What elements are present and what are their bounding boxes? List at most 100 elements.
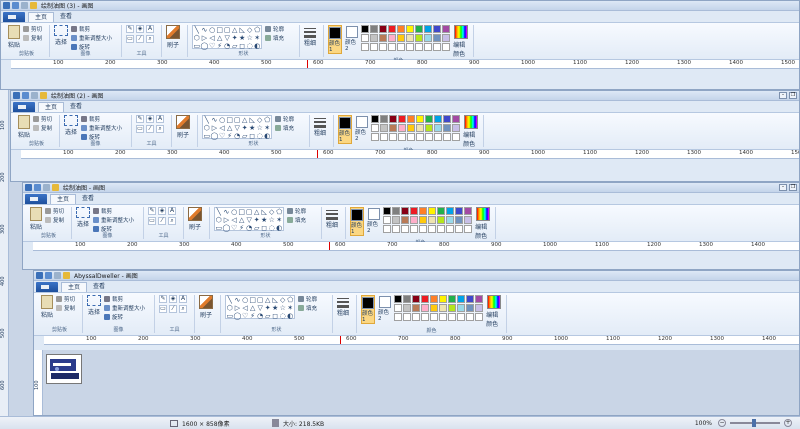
- minimize-icon[interactable]: –: [779, 92, 787, 99]
- palette-swatch[interactable]: [380, 115, 389, 123]
- palette-swatch[interactable]: [475, 304, 484, 312]
- color1-button[interactable]: 颜色 1: [338, 115, 352, 144]
- color-picker-icon[interactable]: ⁄: [158, 217, 166, 225]
- eraser-icon[interactable]: ▭: [159, 305, 167, 313]
- crop-button[interactable]: 裁剪: [71, 25, 112, 33]
- palette-swatch[interactable]: [428, 225, 437, 233]
- palette-swatch[interactable]: [371, 115, 380, 123]
- palette-swatch[interactable]: [388, 25, 397, 33]
- size-button[interactable]: 粗细: [326, 207, 338, 229]
- palette-swatch[interactable]: [416, 133, 425, 141]
- palette-swatch[interactable]: [380, 124, 389, 132]
- palette-swatch[interactable]: [398, 115, 407, 123]
- tab-home[interactable]: 主页: [61, 282, 88, 292]
- palette-swatch[interactable]: [439, 295, 448, 303]
- palette-swatch[interactable]: [392, 207, 401, 215]
- tab-home[interactable]: 主页: [50, 194, 77, 204]
- color-picker-icon[interactable]: ⁄: [136, 35, 144, 43]
- palette-swatch[interactable]: [464, 225, 473, 233]
- paste-button[interactable]: 粘贴: [41, 295, 53, 319]
- rotate-button[interactable]: 旋转: [93, 225, 134, 233]
- eraser-icon[interactable]: ▭: [136, 125, 144, 133]
- rotate-button[interactable]: 旋转: [81, 133, 122, 141]
- palette-swatch[interactable]: [442, 25, 451, 33]
- palette-swatch[interactable]: [433, 43, 442, 51]
- palette-swatch[interactable]: [443, 133, 452, 141]
- palette-swatch[interactable]: [464, 207, 473, 215]
- rotate-button[interactable]: 旋转: [104, 313, 145, 321]
- edit-colors-button[interactable]: 编辑颜色: [475, 207, 491, 240]
- palette-swatch[interactable]: [370, 34, 379, 42]
- palette-swatch[interactable]: [452, 115, 461, 123]
- cut-button[interactable]: 剪切: [23, 25, 42, 33]
- outline-button[interactable]: 轮廓: [298, 295, 317, 303]
- cut-button[interactable]: 剪切: [33, 115, 52, 123]
- palette-swatch[interactable]: [419, 207, 428, 215]
- palette-swatch[interactable]: [394, 304, 403, 312]
- palette-swatch[interactable]: [416, 124, 425, 132]
- save-icon[interactable]: [34, 184, 41, 191]
- palette-swatch[interactable]: [397, 43, 406, 51]
- brushes-button[interactable]: 刷子: [166, 25, 180, 49]
- undo-icon[interactable]: [54, 272, 61, 279]
- shapes-gallery[interactable]: ╲ ∿ ○ □ ▢ △ ◺ ◇ ⬠ ⬡ ▷ ◁ △ ▽ ✦ ★ ☆ ✶ ▭ ◯ ♡ ⚡ ◔ ▱ ◻ ◌ ◐: [202, 115, 272, 140]
- magnifier-icon[interactable]: ⌕: [156, 125, 164, 133]
- palette-swatch[interactable]: [389, 133, 398, 141]
- palette-swatch[interactable]: [388, 43, 397, 51]
- palette-swatch[interactable]: [370, 43, 379, 51]
- palette-swatch[interactable]: [437, 207, 446, 215]
- file-menu-button[interactable]: [13, 102, 35, 112]
- palette-swatch[interactable]: [428, 207, 437, 215]
- palette-swatch[interactable]: [425, 133, 434, 141]
- palette-swatch[interactable]: [383, 216, 392, 224]
- palette-swatch[interactable]: [410, 225, 419, 233]
- crop-button[interactable]: 裁剪: [81, 115, 122, 123]
- outline-button[interactable]: 轮廓: [265, 25, 284, 33]
- save-icon[interactable]: [22, 92, 29, 99]
- palette-swatch[interactable]: [407, 133, 416, 141]
- pencil-icon[interactable]: ✎: [159, 295, 167, 303]
- rotate-button[interactable]: 旋转: [71, 43, 112, 51]
- palette-swatch[interactable]: [415, 34, 424, 42]
- palette-swatch[interactable]: [397, 34, 406, 42]
- select-button[interactable]: 选择: [64, 115, 78, 136]
- zoom-out-button[interactable]: −: [718, 419, 726, 427]
- palette-swatch[interactable]: [448, 304, 457, 312]
- palette-swatch[interactable]: [457, 304, 466, 312]
- palette-swatch[interactable]: [430, 304, 439, 312]
- palette-swatch[interactable]: [439, 304, 448, 312]
- file-menu-button[interactable]: [3, 12, 25, 22]
- palette-swatch[interactable]: [403, 313, 412, 321]
- palette-swatch[interactable]: [425, 115, 434, 123]
- tab-view[interactable]: 查看: [64, 102, 88, 112]
- palette-swatch[interactable]: [442, 43, 451, 51]
- tab-view[interactable]: 查看: [76, 194, 100, 204]
- palette-swatch[interactable]: [383, 207, 392, 215]
- palette-swatch[interactable]: [371, 124, 380, 132]
- palette-swatch[interactable]: [419, 216, 428, 224]
- pencil-icon[interactable]: ✎: [126, 25, 134, 33]
- palette-swatch[interactable]: [398, 133, 407, 141]
- palette-swatch[interactable]: [415, 43, 424, 51]
- redo-icon[interactable]: [63, 272, 70, 279]
- palette-swatch[interactable]: [380, 133, 389, 141]
- palette-swatch[interactable]: [379, 25, 388, 33]
- crop-button[interactable]: 裁剪: [104, 295, 145, 303]
- palette-swatch[interactable]: [439, 313, 448, 321]
- outline-button[interactable]: 轮廓: [287, 207, 306, 215]
- palette-swatch[interactable]: [466, 304, 475, 312]
- color1-button[interactable]: 颜色 1: [361, 295, 375, 324]
- palette-swatch[interactable]: [412, 304, 421, 312]
- palette-swatch[interactable]: [397, 25, 406, 33]
- text-icon[interactable]: A: [168, 207, 176, 215]
- tab-home[interactable]: 主页: [38, 102, 65, 112]
- paste-button[interactable]: 粘贴: [8, 25, 20, 49]
- palette-swatch[interactable]: [448, 295, 457, 303]
- shapes-gallery[interactable]: ╲ ∿ ○ □ ▢ △ ◺ ◇ ⬠ ⬡ ▷ ◁ △ ▽ ✦ ★ ☆ ✶ ▭ ◯ ♡ ⚡ ◔ ▱ ◻ ◌ ◐: [214, 207, 284, 232]
- palette-swatch[interactable]: [361, 25, 370, 33]
- zoom-slider[interactable]: [730, 419, 780, 427]
- palette-swatch[interactable]: [394, 295, 403, 303]
- pencil-icon[interactable]: ✎: [148, 207, 156, 215]
- shapes-gallery[interactable]: ╲ ∿ ○ □ ▢ △ ◺ ◇ ⬠ ⬡ ▷ ◁ △ ▽ ✦ ★ ☆ ✶ ▭ ◯ ♡ ⚡ ◔ ▱ ◻ ◌ ◐: [225, 295, 295, 320]
- palette-swatch[interactable]: [403, 295, 412, 303]
